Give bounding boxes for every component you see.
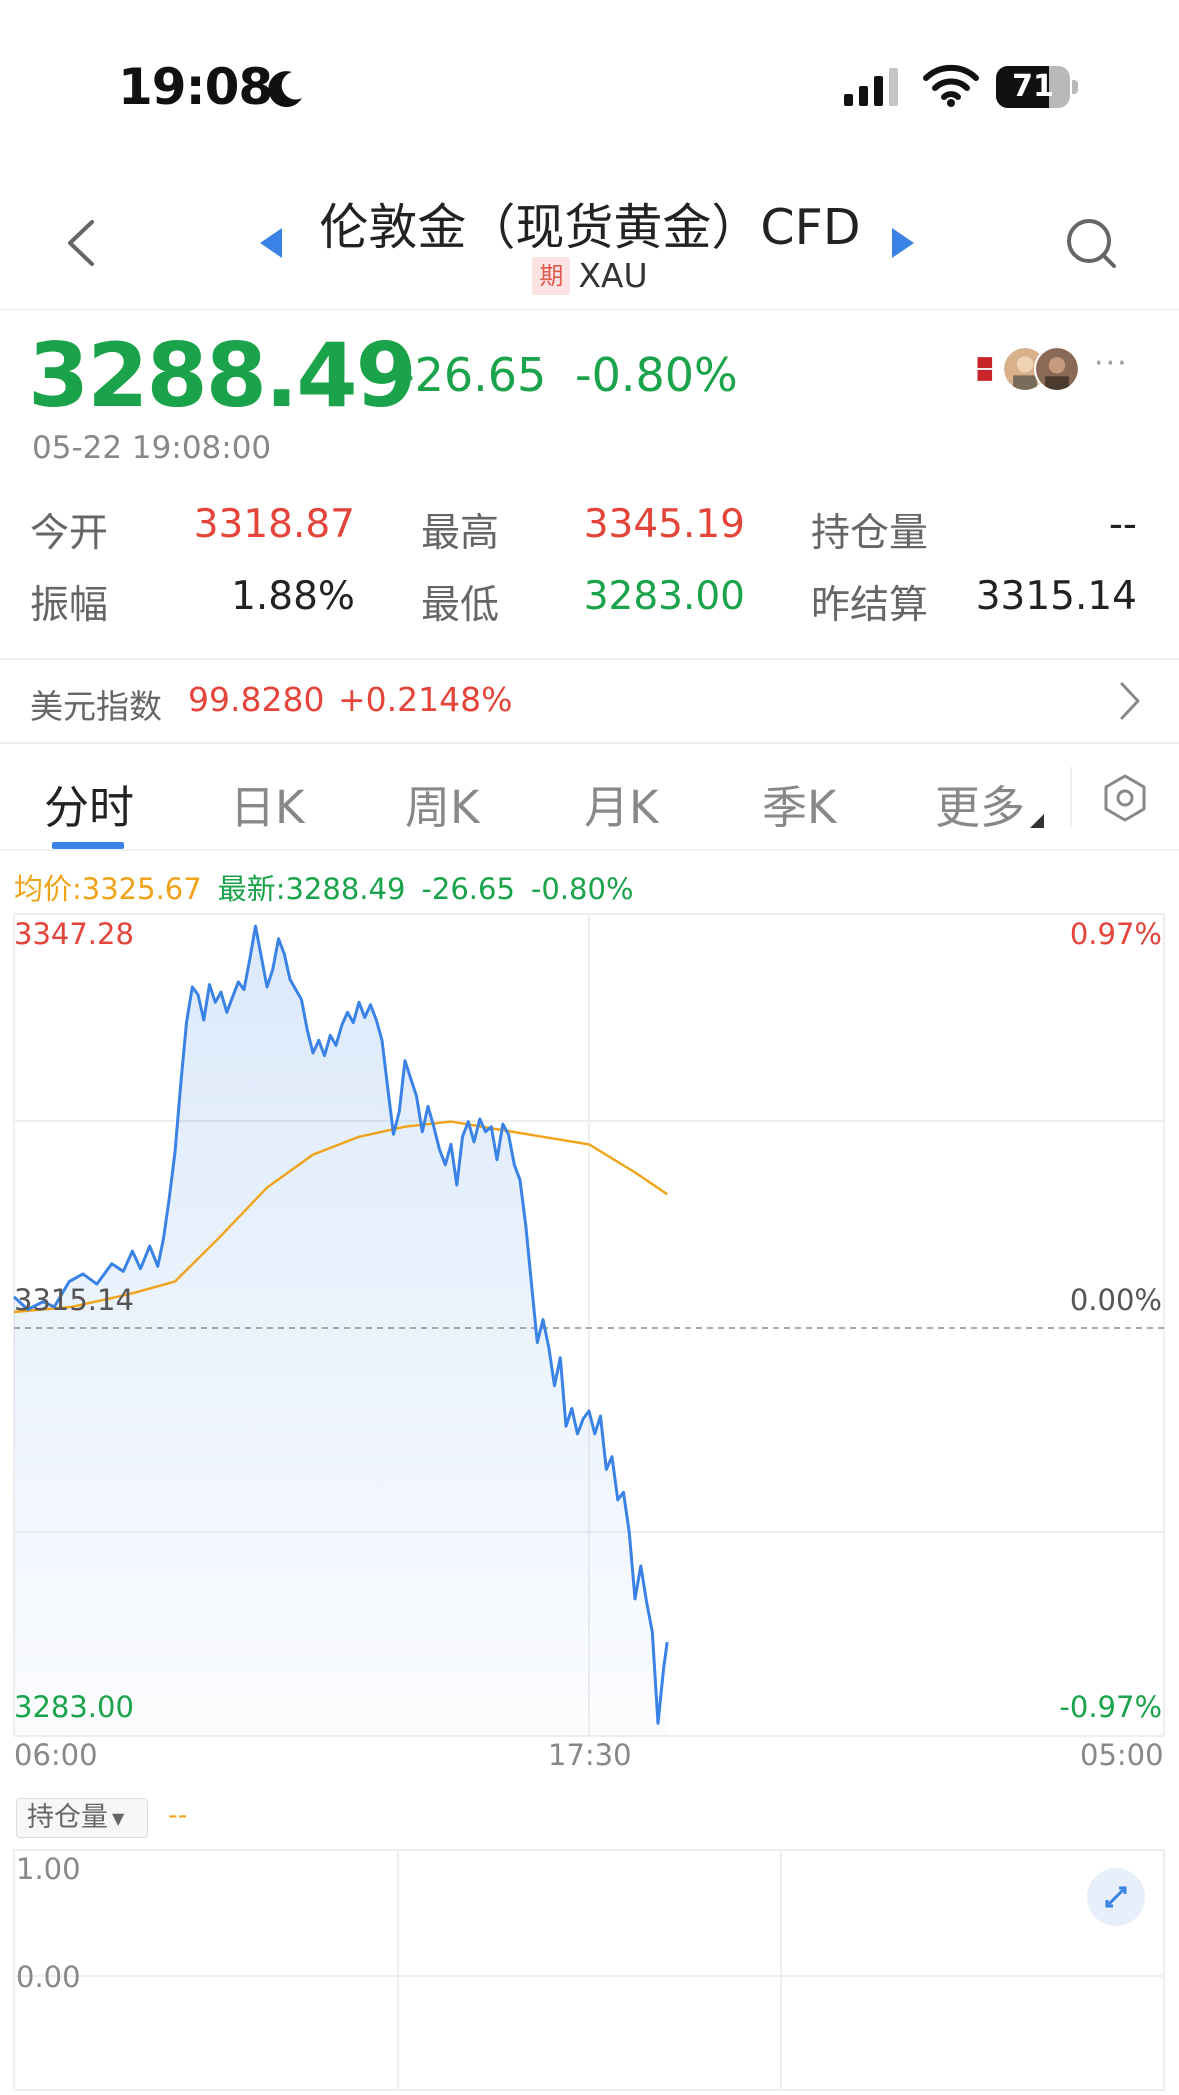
divider (0, 742, 1179, 744)
y-label-baseline: 3315.14 (14, 1283, 134, 1317)
wifi-icon (923, 64, 979, 107)
usd-index-label: 美元指数 (30, 687, 162, 726)
tab-separator (1070, 767, 1072, 827)
nav-header: 伦敦金（现货黄金）CFD 期 XAU (0, 170, 1179, 310)
battery-body: 71 (996, 66, 1070, 108)
battery-icon: 71 (996, 66, 1078, 108)
battery-percent: 71 (1012, 69, 1054, 104)
price-area (14, 926, 668, 1736)
x-label-mid: 17:30 (548, 1738, 632, 1772)
stat-value-amplitude: 1.88% (231, 574, 355, 619)
tab-intraday[interactable]: 分时 (44, 771, 134, 836)
y-label-low-pct: -0.97% (1059, 1690, 1162, 1724)
battery-tip (1072, 80, 1078, 94)
chart-tabs: 分时 日K 周K 月K 季K 更多 (0, 745, 1179, 851)
price-change: -26.65 (398, 348, 547, 402)
y-label-high: 3347.28 (14, 917, 134, 951)
tab-weekly-k[interactable]: 周K (405, 771, 480, 836)
more-icon[interactable]: ··· (1094, 346, 1129, 381)
tab-quarterly-k[interactable]: 季K (762, 771, 837, 836)
stat-value-high: 3345.19 (583, 502, 745, 547)
back-icon[interactable] (62, 218, 102, 268)
tab-monthly-k[interactable]: 月K (584, 771, 659, 836)
open-interest-chart (13, 1849, 1165, 2091)
stat-value-settle: 3315.14 (975, 574, 1137, 619)
signal-icon (844, 68, 898, 106)
dropdown-caret-icon: ▼ (112, 1808, 125, 1828)
indicator-selector-label: 持仓量 (27, 1802, 108, 1833)
search-icon[interactable] (1064, 216, 1118, 270)
x-label-end: 05:00 (1080, 1738, 1164, 1772)
y-label-low: 3283.00 (14, 1690, 134, 1724)
usd-index-row[interactable]: 美元指数 99.8280 +0.2148% (0, 660, 1179, 742)
more-caret-icon (1030, 814, 1044, 828)
usd-index-value: 99.8280 (188, 680, 325, 719)
last-price: 3288.49 (28, 324, 417, 427)
instrument-title: 伦敦金（现货黄金）CFD (319, 199, 861, 256)
stat-label-settle: 昨结算 (811, 583, 929, 628)
moon-icon (268, 71, 302, 108)
intraday-chart[interactable] (0, 900, 1179, 1740)
stat-label-oi: 持仓量 (811, 511, 929, 556)
chevron-right-icon (1120, 682, 1140, 720)
futures-tag: 期 (532, 256, 571, 295)
status-bar: 19:08 71 (0, 0, 1179, 150)
prev-arrow-icon[interactable] (258, 226, 284, 260)
x-label-start: 06:00 (14, 1738, 98, 1772)
y-label-high-pct: 0.97% (1069, 917, 1162, 951)
indicator-selector[interactable]: 持仓量 ▼ (16, 1798, 148, 1838)
tab-daily-k[interactable]: 日K (230, 771, 305, 836)
usd-index-change: +0.2148% (338, 680, 513, 719)
next-arrow-icon[interactable] (890, 226, 916, 260)
active-tab-indicator (52, 842, 124, 849)
price-change-pct: -0.80% (575, 348, 738, 402)
expand-icon[interactable] (1087, 1868, 1145, 1926)
stat-value-low: 3283.00 (583, 574, 745, 619)
avatar (1034, 346, 1080, 392)
settings-icon[interactable] (1100, 773, 1150, 823)
stat-label-high: 最高 (421, 511, 500, 556)
oi-y-label-zero: 0.00 (16, 1960, 81, 1994)
stat-label-low: 最低 (421, 583, 500, 628)
status-time: 19:08 (118, 58, 273, 116)
indicator-value: -- (168, 1800, 188, 1831)
y-label-baseline-pct: 0.00% (1069, 1283, 1162, 1317)
tab-more[interactable]: 更多 (935, 771, 1025, 836)
avatar-group[interactable] (970, 346, 1088, 394)
quote-timestamp: 05-22 19:08:00 (32, 430, 272, 466)
stat-value-oi: -- (1108, 502, 1137, 547)
quote-panel: 3288.49 -26.65 -0.80% 05-22 19:08:00 ···… (0, 312, 1179, 657)
stat-label-amplitude: 振幅 (30, 583, 109, 628)
instrument-code: XAU (578, 256, 648, 295)
stat-value-open: 3318.87 (193, 502, 355, 547)
instrument-subtitle: 期 XAU (300, 254, 880, 295)
oi-y-label-top: 1.00 (16, 1852, 81, 1886)
stat-label-open: 今开 (30, 511, 109, 556)
